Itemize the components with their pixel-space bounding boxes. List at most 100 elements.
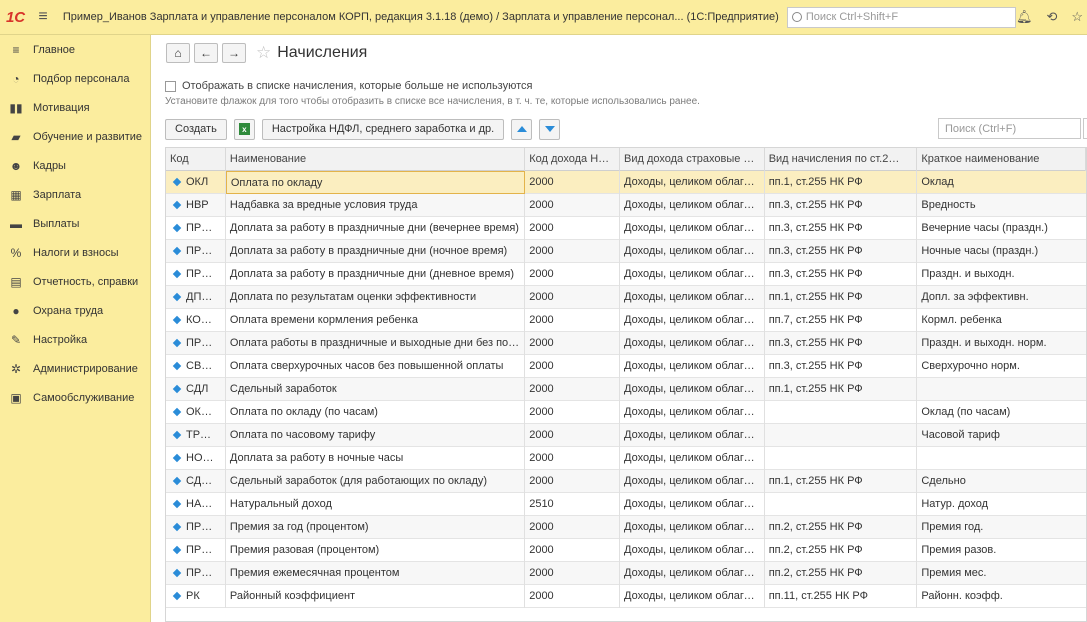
- back-button[interactable]: ←: [194, 43, 218, 63]
- table-cell: 2000: [525, 216, 620, 240]
- sidebar-item-label: Выплаты: [33, 217, 80, 230]
- search-icon: [791, 12, 802, 22]
- sidebar-item[interactable]: ▰ Обучение и развитие: [0, 122, 150, 151]
- sidebar-item[interactable]: ▤ Отчетность, справки: [0, 267, 150, 296]
- sidebar-item[interactable]: ▣ Самообслуживание: [0, 383, 150, 412]
- accruals-table: Код Наименование Код дохода Н… Вид дохода с…: [165, 147, 1087, 622]
- code-cell: ОКЛ: [166, 170, 226, 194]
- row-marker-icon: [172, 269, 182, 279]
- show-unused-label: Отображать в списке начисления, которые …: [182, 80, 533, 92]
- table-cell: 2000: [525, 400, 620, 424]
- forward-button[interactable]: →: [222, 43, 246, 63]
- excel-icon: x: [238, 123, 250, 135]
- table-row[interactable]: ОК… Оплата по окладу (по часам) 2000 Доходы…: [166, 400, 1086, 424]
- table-cell: пп.3, ст.255 НК РФ: [765, 354, 918, 378]
- table-row[interactable]: ДП… Доплата по результатам оценки эффекти…: [166, 285, 1086, 309]
- sidebar-icon: ▦: [10, 187, 22, 202]
- main-menu-icon[interactable]: ≡: [31, 0, 55, 35]
- history-icon[interactable]: ⟲: [1046, 9, 1057, 25]
- code-text: ПР…: [186, 221, 213, 234]
- table-row[interactable]: ПР… Доплата за работу в праздничные дни (…: [166, 262, 1086, 286]
- column-header[interactable]: Вид дохода страховые в…: [620, 148, 765, 171]
- code-cell: ПР…: [166, 331, 226, 355]
- table-row[interactable]: СДЛ Сдельный заработок 2000 Доходы, целиком…: [166, 377, 1086, 401]
- table-row[interactable]: КО… Оплата времени кормления ребенка 2000 Д…: [166, 308, 1086, 332]
- code-cell: ПР…: [166, 515, 226, 539]
- table-row[interactable]: ПР… Премия разовая (процентом) 2000 Доходы,…: [166, 538, 1086, 562]
- sidebar-item[interactable]: ☻ Кадры: [0, 151, 150, 180]
- sidebar-icon: ▤: [10, 274, 22, 289]
- table-cell: пп.3, ст.255 НК РФ: [765, 193, 918, 217]
- sidebar-icon: ✎: [10, 332, 22, 347]
- table-cell: Ночные часы (праздн.): [921, 244, 1039, 257]
- column-header[interactable]: Код дохода Н…: [525, 148, 620, 171]
- code-cell: СДЛ: [166, 377, 226, 401]
- table-row[interactable]: НА… Натуральный доход 2510 Доходы, целиком …: [166, 492, 1086, 516]
- row-marker-icon: [172, 223, 182, 233]
- row-marker-icon: [172, 384, 182, 394]
- favorite-star-icon[interactable]: ☆: [256, 43, 271, 63]
- table-row[interactable]: НО… Доплата за работу в ночные часы 2000 До…: [166, 446, 1086, 470]
- table-cell: Праздн. и выходн. норм.: [921, 336, 1047, 349]
- table-cell: [917, 447, 1086, 470]
- table-cell: Часовой тариф: [921, 428, 1000, 441]
- column-header[interactable]: Краткое наименование: [917, 148, 1086, 171]
- global-search-input[interactable]: Поиск Ctrl+Shift+F: [786, 6, 1016, 28]
- table-row[interactable]: ПР… Премия за год (процентом) 2000 Доходы, …: [166, 515, 1086, 539]
- table-cell: Сдельный заработок: [226, 377, 526, 401]
- toolbar: Создать x Настройка НДФЛ, среднего зараб…: [165, 118, 561, 140]
- sidebar-item[interactable]: ✎ Настройка: [0, 325, 150, 354]
- sidebar-item[interactable]: ▮▮ Мотивация: [0, 93, 150, 122]
- excel-export-button[interactable]: x: [233, 118, 255, 140]
- star-icon[interactable]: ☆: [1071, 9, 1083, 25]
- ndfl-settings-button[interactable]: Настройка НДФЛ, среднего заработка и др.: [261, 118, 505, 140]
- table-cell: Районн. коэфф.: [921, 589, 1003, 602]
- table-cell: Доходы, целиком облага…: [620, 515, 765, 539]
- sidebar-item[interactable]: % Налоги и взносы: [0, 238, 150, 267]
- table-row[interactable]: НВР Надбавка за вредные условия труда 2000…: [166, 193, 1086, 217]
- column-header[interactable]: Код: [166, 148, 226, 171]
- table-row[interactable]: ПР… Премия ежемесячная процентом 2000 Доход…: [166, 561, 1086, 585]
- table-cell: пп.1, ст.255 НК РФ: [765, 285, 918, 309]
- move-up-button[interactable]: [511, 118, 533, 140]
- sidebar-icon: ☻: [9, 158, 23, 173]
- create-button[interactable]: Создать: [165, 118, 227, 140]
- table-row[interactable]: РК Районный коэффициент 2000 Доходы, целико…: [166, 584, 1086, 608]
- code-cell: ПР…: [166, 538, 226, 562]
- move-down-button[interactable]: [539, 118, 561, 140]
- code-text: ПР…: [186, 520, 213, 533]
- sidebar-item[interactable]: ≡ Главное: [0, 35, 150, 64]
- sidebar-item[interactable]: ▬ Выплаты: [0, 209, 150, 238]
- table-cell: пп.2, ст.255 НК РФ: [765, 561, 918, 585]
- sidebar-icon: ▬: [10, 216, 22, 231]
- sidebar-icon: ▣: [10, 390, 22, 405]
- table-row[interactable]: СД… Сдельный заработок (для работающих по…: [166, 469, 1086, 493]
- code-cell: КО…: [166, 308, 226, 332]
- column-header[interactable]: Наименование: [226, 148, 526, 171]
- column-header[interactable]: Вид начисления по ст.2…: [765, 148, 918, 171]
- sidebar-item[interactable]: ◔ Подбор персонала: [0, 64, 150, 93]
- table-cell: 2000: [525, 308, 620, 332]
- table-row[interactable]: ОКЛ Оплата по окладу 2000 Доходы, целиком о…: [166, 170, 1086, 194]
- sidebar-item-label: Отчетность, справки: [33, 275, 139, 288]
- sidebar-item-label: Кадры: [33, 159, 66, 172]
- home-button[interactable]: ⌂: [166, 43, 190, 63]
- bell-icon[interactable]: 🔔︎: [1016, 9, 1033, 25]
- show-unused-checkbox[interactable]: [165, 80, 176, 92]
- sidebar-item[interactable]: ● Охрана труда: [0, 296, 150, 325]
- table-row[interactable]: ТР… Оплата по часовому тарифу 2000 Доходы, …: [166, 423, 1086, 447]
- code-cell: ПР…: [166, 262, 226, 286]
- table-cell: 2000: [525, 423, 620, 447]
- sidebar-item-label: Обучение и развитие: [33, 130, 143, 143]
- search-options-button[interactable]: [1083, 118, 1087, 139]
- table-row[interactable]: ПР… Доплата за работу в праздничные дни (…: [166, 239, 1086, 263]
- window-title: Пример_Иванов Зарплата и управление перс…: [62, 11, 779, 23]
- table-row[interactable]: ПР… Доплата за работу в праздничные дни (…: [166, 216, 1086, 240]
- table-cell: 2000: [525, 561, 620, 585]
- list-search-input[interactable]: Поиск (Ctrl+F): [938, 118, 1081, 139]
- sidebar-item[interactable]: ▦ Зарплата: [0, 180, 150, 209]
- table-row[interactable]: СВ… Оплата сверхурочных часов без повышен…: [166, 354, 1086, 378]
- code-cell: ДП…: [166, 285, 226, 309]
- sidebar-item[interactable]: ✲ Администрирование: [0, 354, 150, 383]
- table-row[interactable]: ПР… Оплата работы в праздничные и выходны…: [166, 331, 1086, 355]
